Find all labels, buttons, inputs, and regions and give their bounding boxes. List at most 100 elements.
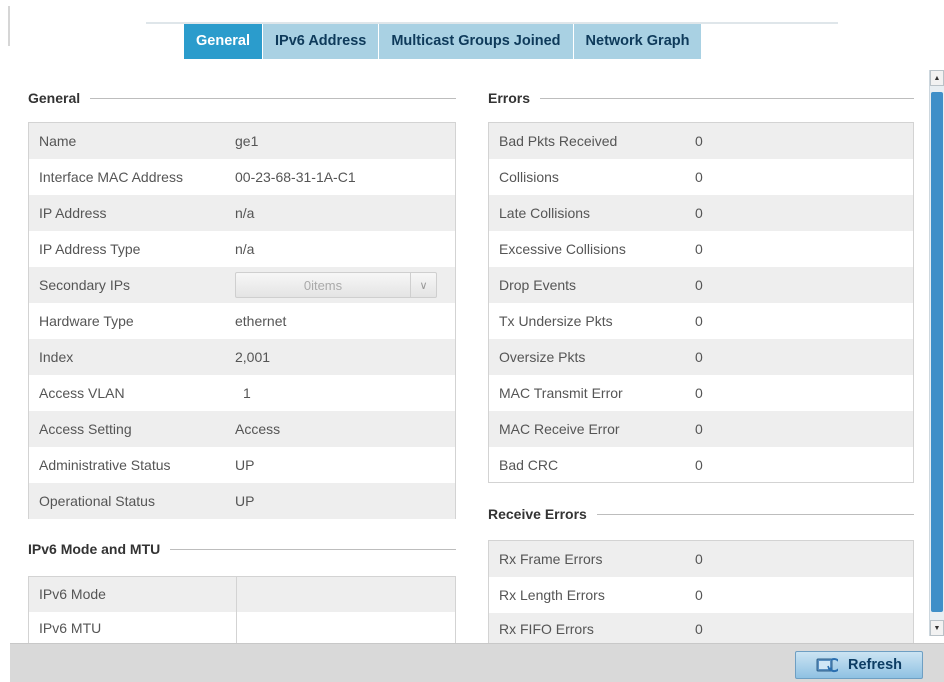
table-row: Bad Pkts Received 0	[489, 123, 913, 159]
row-label: Hardware Type	[39, 313, 134, 329]
errors-table: Bad Pkts Received 0 Collisions 0 Late Co…	[488, 122, 914, 483]
table-row: IP Address Type n/a	[29, 231, 455, 267]
general-table: Name ge1 Interface MAC Address 00-23-68-…	[28, 122, 456, 519]
errors-section-title: Errors	[488, 90, 914, 106]
row-value: 0	[695, 551, 703, 567]
table-row: Drop Events 0	[489, 267, 913, 303]
refresh-icon	[816, 658, 838, 673]
row-label: Rx Length Errors	[499, 587, 605, 603]
row-label: Secondary IPs	[39, 277, 131, 293]
row-value: UP	[235, 457, 255, 473]
chevron-down-icon[interactable]: ∨	[410, 273, 436, 297]
row-label: IPv6 MTU	[29, 612, 237, 644]
tab-ipv6-address[interactable]: IPv6 Address	[263, 24, 380, 59]
general-heading: General	[28, 90, 81, 106]
row-value: UP	[235, 493, 255, 509]
row-value: 2,001	[235, 349, 271, 365]
row-value: 0	[695, 241, 703, 257]
table-row: Interface MAC Address 00-23-68-31-1A-C1	[29, 159, 455, 195]
tab-strip: General IPv6 Address Multicast Groups Jo…	[184, 24, 703, 59]
row-value: n/a	[235, 241, 255, 257]
table-row: Excessive Collisions 0	[489, 231, 913, 267]
row-value: Access	[235, 421, 281, 437]
row-label: Oversize Pkts	[499, 349, 586, 365]
row-label: Administrative Status	[39, 457, 171, 473]
tab-network-graph[interactable]: Network Graph	[573, 24, 703, 59]
receive-errors-section-title: Receive Errors	[488, 506, 914, 522]
table-row: Administrative Status UP	[29, 447, 455, 483]
vertical-scrollbar[interactable]: ▲ ▼	[929, 70, 944, 636]
refresh-button[interactable]: Refresh	[795, 651, 923, 679]
row-value: 0	[695, 133, 703, 149]
row-label: MAC Receive Error	[499, 421, 620, 437]
row-value: 00-23-68-31-1A-C1	[235, 169, 356, 185]
row-value: 0	[695, 385, 703, 401]
row-label: Drop Events	[499, 277, 577, 293]
table-row: MAC Receive Error 0	[489, 411, 913, 447]
row-value: n/a	[235, 205, 255, 221]
row-label: IP Address	[39, 205, 107, 221]
table-row: Access VLAN 1	[29, 375, 455, 411]
row-value: ge1	[235, 133, 259, 149]
row-label: MAC Transmit Error	[499, 385, 623, 401]
row-label: Access VLAN	[39, 385, 125, 401]
row-label: Late Collisions	[499, 205, 591, 221]
ipv6-table: IPv6 Mode IPv6 MTU	[28, 576, 456, 644]
errors-heading: Errors	[488, 90, 531, 106]
table-row: Name ge1	[29, 123, 455, 159]
table-row: Bad CRC 0	[489, 447, 913, 483]
table-row: Hardware Type ethernet	[29, 303, 455, 339]
row-label: Bad Pkts Received	[499, 133, 618, 149]
table-row: Oversize Pkts 0	[489, 339, 913, 375]
table-row: Index 2,001	[29, 339, 455, 375]
table-row: Access Setting Access	[29, 411, 455, 447]
table-row: Collisions 0	[489, 159, 913, 195]
table-row: IPv6 MTU	[29, 612, 455, 644]
scroll-thumb[interactable]	[931, 92, 943, 612]
receive-errors-heading: Receive Errors	[488, 506, 587, 522]
scroll-down-icon[interactable]: ▼	[930, 620, 944, 636]
table-row: IP Address n/a	[29, 195, 455, 231]
row-label: Rx FIFO Errors	[499, 620, 594, 637]
row-label: Bad CRC	[499, 457, 559, 473]
row-label: Interface MAC Address	[39, 169, 183, 185]
ipv6-heading-rule	[170, 548, 456, 550]
tab-general[interactable]: General	[184, 24, 263, 59]
receive-errors-table: Rx Frame Errors 0 Rx Length Errors 0 Rx …	[488, 540, 914, 644]
table-row: Rx Length Errors 0	[489, 577, 913, 613]
ipv6-section-title: IPv6 Mode and MTU	[28, 541, 456, 557]
row-value: 0	[695, 620, 703, 637]
ipv6-heading: IPv6 Mode and MTU	[28, 541, 161, 557]
row-value: 0	[695, 349, 703, 365]
refresh-label: Refresh	[848, 657, 902, 673]
row-label: Tx Undersize Pkts	[499, 313, 613, 329]
scroll-up-icon[interactable]: ▲	[930, 70, 944, 86]
table-row: Rx Frame Errors 0	[489, 541, 913, 577]
general-heading-rule	[90, 97, 456, 99]
row-label: Excessive Collisions	[499, 241, 626, 257]
receive-errors-heading-rule	[596, 513, 914, 515]
table-row: Rx FIFO Errors 0	[489, 613, 913, 644]
general-section-title: General	[28, 90, 456, 106]
left-divider	[8, 6, 10, 46]
row-label: Access Setting	[39, 421, 132, 437]
table-row: IPv6 Mode	[29, 577, 455, 612]
table-row: Late Collisions 0	[489, 195, 913, 231]
row-value: 0	[695, 205, 703, 221]
secondary-ips-select[interactable]: 0items ∨	[235, 272, 437, 298]
row-label: Rx Frame Errors	[499, 551, 603, 567]
row-label: Operational Status	[39, 493, 155, 509]
footer-bar: Refresh	[10, 643, 944, 682]
row-label: Collisions	[499, 169, 559, 185]
row-value: 0	[695, 169, 703, 185]
tab-multicast-groups-joined[interactable]: Multicast Groups Joined	[379, 24, 574, 59]
secondary-ips-value: 0items	[303, 277, 343, 293]
table-row: Tx Undersize Pkts 0	[489, 303, 913, 339]
row-value: 0	[695, 277, 703, 293]
row-value: 0	[695, 587, 703, 603]
row-value: 0	[695, 457, 703, 473]
row-value: 0	[695, 313, 703, 329]
row-label: Name	[39, 133, 77, 149]
table-row: Operational Status UP	[29, 483, 455, 519]
row-value: 1	[243, 385, 251, 401]
